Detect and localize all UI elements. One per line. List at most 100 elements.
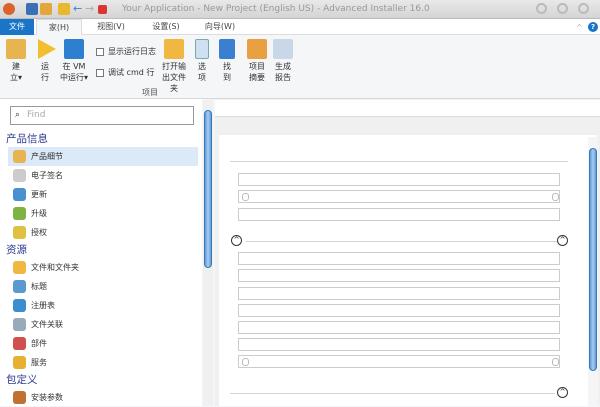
run-button[interactable]: 运行: [36, 39, 56, 83]
nav-item-icon: [13, 188, 26, 201]
main-scrollbar-thumb[interactable]: [589, 148, 597, 371]
title-bar: ← → Your Application - New Project (Engl…: [0, 0, 600, 19]
text-field[interactable]: [238, 269, 560, 282]
left-scrollbar-thumb[interactable]: [204, 110, 212, 268]
nav-group-header: 包定义: [6, 374, 38, 386]
ribbon-tabs: 文件 家(H) 视图(V) 设置(S) 向导(W) ^ ?: [0, 19, 600, 35]
text-field[interactable]: [238, 173, 560, 186]
section-divider: [230, 393, 555, 394]
field-icon[interactable]: [552, 358, 559, 366]
show-log-checkbox[interactable]: 显示运行日志: [96, 46, 156, 57]
text-field[interactable]: [238, 321, 560, 334]
options-label: 选项: [198, 62, 206, 82]
undo-icon[interactable]: ←: [73, 2, 82, 15]
field-icon[interactable]: [552, 193, 559, 201]
nav-item-icon: [13, 356, 26, 369]
text-field[interactable]: [238, 252, 560, 265]
summary-button[interactable]: 项目摘要: [246, 39, 268, 83]
nav-item[interactable]: 更新: [8, 185, 198, 204]
open-output-button[interactable]: 打开输出文件夹: [160, 39, 188, 94]
nav-item[interactable]: 注册表: [8, 296, 198, 315]
folder-icon: [164, 39, 184, 59]
run-vm-button[interactable]: 在 VM 中运行▾: [58, 39, 90, 83]
options-icon: [195, 39, 209, 59]
nav-item-label: 服务: [31, 358, 47, 367]
main-scrollbar[interactable]: [588, 137, 598, 406]
nav-item-label: 标题: [31, 282, 47, 291]
nav-item-label: 升级: [31, 209, 47, 218]
build-button[interactable]: 建立▾: [5, 39, 27, 83]
nav-item-icon: [13, 207, 26, 220]
nav-item[interactable]: 部件: [8, 334, 198, 353]
options-button[interactable]: 选项: [194, 39, 210, 83]
nav-item[interactable]: 产品细节: [8, 147, 198, 166]
section-divider: [230, 161, 568, 162]
nav-item[interactable]: 升级: [8, 204, 198, 223]
tab-settings[interactable]: 设置(S): [143, 19, 189, 35]
tab-wizard[interactable]: 向导(W): [197, 19, 243, 35]
tab-file[interactable]: 文件: [0, 19, 34, 35]
nav-item-icon: [13, 150, 26, 163]
nav-item[interactable]: 文件和文件夹: [8, 258, 198, 277]
build-icon: [6, 39, 26, 59]
collapse-ribbon-icon[interactable]: ^: [576, 23, 583, 32]
nav-group-header: 资源: [6, 244, 27, 256]
nav-item-icon: [13, 261, 26, 274]
open-output-label: 打开输出文件夹: [162, 62, 186, 93]
summary-icon: [247, 39, 267, 59]
text-field[interactable]: [238, 190, 560, 203]
run-icon: [38, 39, 56, 59]
section-divider: [246, 241, 558, 242]
window-title: Your Application - New Project (English …: [122, 4, 430, 14]
maximize-button[interactable]: [557, 3, 568, 14]
collapse-right-icon[interactable]: ^: [557, 235, 568, 246]
nav-item-label: 更新: [31, 190, 47, 199]
ribbon: 建立▾ 运行 在 VM 中运行▾ 显示运行日志 调试 cmd 行 打开输出文件夹…: [0, 35, 600, 99]
nav-item[interactable]: 标题: [8, 277, 198, 296]
find-button[interactable]: 找到: [218, 39, 236, 83]
nav-item[interactable]: 服务: [8, 353, 198, 372]
minimize-button[interactable]: [536, 3, 547, 14]
text-field[interactable]: [238, 338, 560, 351]
customize-icon[interactable]: [98, 5, 107, 14]
run-vm-label: 在 VM 中运行▾: [59, 62, 88, 82]
tab-view[interactable]: 视图(V): [88, 19, 134, 35]
nav-item[interactable]: 文件关联: [8, 315, 198, 334]
nav-item[interactable]: 授权: [8, 223, 198, 242]
collapse-right-icon[interactable]: ^: [557, 387, 568, 398]
help-icon[interactable]: ?: [588, 22, 598, 32]
save-icon[interactable]: [26, 3, 38, 15]
nav-item-icon: [13, 226, 26, 239]
debug-cmd-label: 调试 cmd 行: [108, 68, 155, 77]
group-label-project: 项目: [142, 88, 158, 97]
field-icon[interactable]: [242, 358, 249, 366]
search-input[interactable]: ⌕ Find: [10, 106, 194, 125]
nav-item-icon: [13, 299, 26, 312]
nav-group-header: 产品信息: [6, 133, 48, 145]
text-field[interactable]: [238, 355, 560, 368]
nav-item[interactable]: 电子签名: [8, 166, 198, 185]
nav-item-label: 文件和文件夹: [31, 263, 79, 272]
nav-item-icon: [13, 391, 26, 404]
collapse-left-icon[interactable]: ^: [231, 235, 242, 246]
report-button[interactable]: 生成报告: [272, 39, 294, 83]
text-field[interactable]: [238, 287, 560, 300]
text-field[interactable]: [238, 304, 560, 317]
close-button[interactable]: [578, 3, 589, 14]
nav-item[interactable]: 安装参数: [8, 388, 198, 407]
search-icon: ⌕: [15, 110, 21, 120]
text-field[interactable]: [238, 208, 560, 221]
redo-icon[interactable]: →: [85, 2, 94, 15]
left-scrollbar[interactable]: [203, 100, 213, 406]
tab-home[interactable]: 家(H): [36, 19, 82, 35]
vm-icon: [64, 39, 84, 59]
summary-label: 项目摘要: [249, 62, 265, 82]
nav-item-label: 部件: [31, 339, 47, 348]
report-icon: [273, 39, 293, 59]
page-header: [215, 100, 600, 117]
run-quick-icon[interactable]: [58, 3, 70, 15]
field-icon[interactable]: [242, 193, 249, 201]
report-label: 生成报告: [275, 62, 291, 82]
build-quick-icon[interactable]: [40, 3, 52, 15]
debug-cmd-checkbox[interactable]: 调试 cmd 行: [96, 67, 154, 78]
